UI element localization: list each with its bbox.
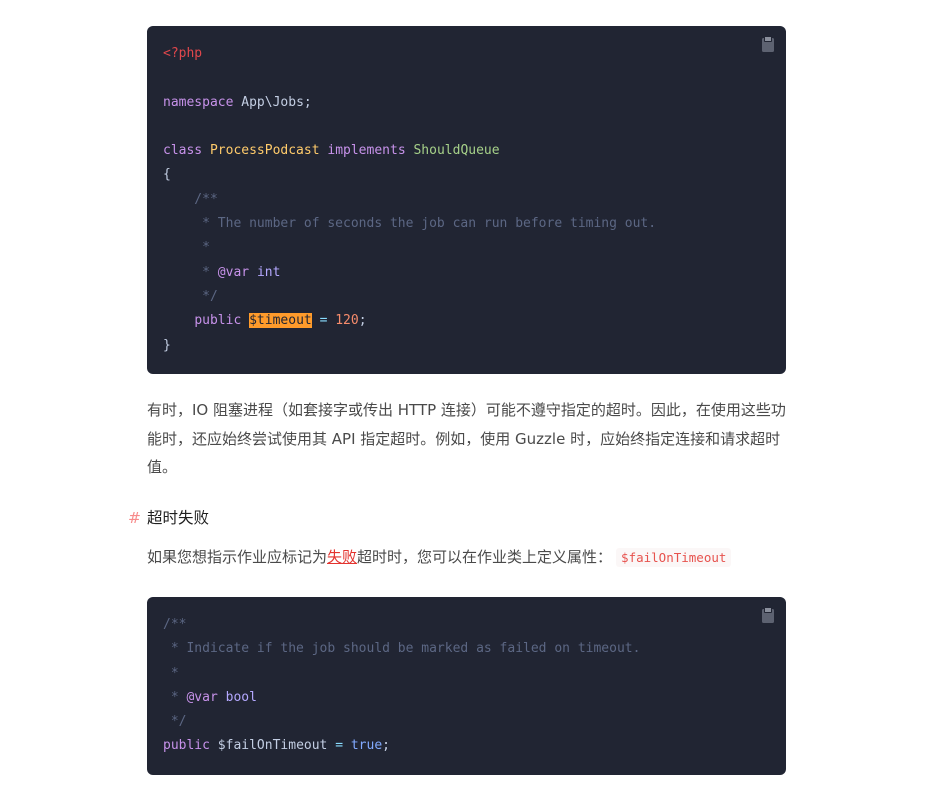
operator: = (319, 313, 328, 329)
code-line: <?php (163, 42, 770, 66)
heading-title: 超时失败 (147, 509, 210, 527)
comment: * Indicate if the job should be marked a… (163, 641, 641, 657)
comment: */ (163, 288, 218, 304)
semicolon: ; (358, 313, 367, 329)
boolean: true (350, 738, 383, 754)
code-block-timeout: <?php namespace App\Jobs; class ProcessP… (147, 26, 786, 374)
comment: * (163, 689, 187, 705)
highlighted-variable: $timeout (249, 313, 312, 329)
operator: = (335, 738, 344, 754)
section-heading: # 超时失败 (128, 505, 209, 531)
code-line: } (163, 334, 770, 358)
code-block-fail-on-timeout: /** * Indicate if the job should be mark… (147, 597, 786, 775)
doc-tag: @var (217, 264, 250, 280)
code-line: class ProcessPodcast implements ShouldQu… (163, 139, 770, 163)
comment: * (163, 264, 218, 280)
copy-code-button[interactable] (762, 607, 774, 623)
comment: * The number of seconds the job can run … (163, 216, 657, 232)
doc-type: int (256, 264, 281, 280)
code-line: * The number of seconds the job can run … (163, 212, 770, 236)
code-line: * @var bool (163, 686, 770, 710)
code-line: /** (163, 188, 770, 212)
comment: /** (163, 191, 218, 207)
number: 120 (335, 313, 359, 329)
copy-code-button[interactable] (762, 36, 774, 52)
code-line: public $timeout = 120; (163, 309, 770, 333)
code-line: public $failOnTimeout = true; (163, 734, 770, 758)
failed-link[interactable]: 失败 (327, 548, 357, 566)
code-line: /** (163, 613, 770, 637)
paragraph-text: 超时时，您可以在作业类上定义属性： (357, 548, 613, 566)
keyword: public (194, 313, 242, 329)
comment: */ (163, 714, 187, 730)
semicolon: ; (382, 738, 390, 754)
paragraph-fail-on-timeout: 如果您想指示作业应标记为失败超时时，您可以在作业类上定义属性： $failOnTi… (147, 543, 792, 573)
code-line: */ (163, 285, 770, 309)
heading-anchor-link[interactable]: # (128, 509, 141, 527)
comment: /** (163, 617, 187, 632)
doc-type: bool (225, 689, 257, 705)
code-line: * Indicate if the job should be marked a… (163, 637, 770, 661)
comment: * (163, 665, 179, 681)
paragraph-io-blocking: 有时，IO 阻塞进程（如套接字或传出 HTTP 连接）可能不遵守指定的超时。因此… (147, 401, 786, 476)
variable: $failOnTimeout (217, 738, 328, 754)
class-name: ProcessPodcast (209, 143, 320, 159)
namespace-name: App\Jobs; (233, 94, 312, 110)
brace: } (163, 337, 171, 353)
brace: { (163, 167, 171, 183)
paragraph-text: 如果您想指示作业应标记为 (147, 548, 328, 566)
inline-code: $failOnTimeout (616, 548, 732, 567)
php-open-tag: <?php (163, 46, 203, 61)
doc-tag: @var (186, 689, 218, 705)
keyword: public (163, 738, 210, 754)
comment: * (163, 240, 210, 256)
code-line: */ (163, 710, 770, 734)
code-line: { (163, 163, 770, 187)
code-line: * @var int (163, 261, 770, 285)
code-line: * (163, 236, 770, 260)
keyword: namespace (163, 94, 234, 110)
code-line: namespace App\Jobs; (163, 91, 770, 115)
code-line: * (163, 662, 770, 686)
keyword: implements (327, 143, 406, 159)
interface-name: ShouldQueue (413, 143, 500, 159)
keyword: class (163, 143, 203, 159)
